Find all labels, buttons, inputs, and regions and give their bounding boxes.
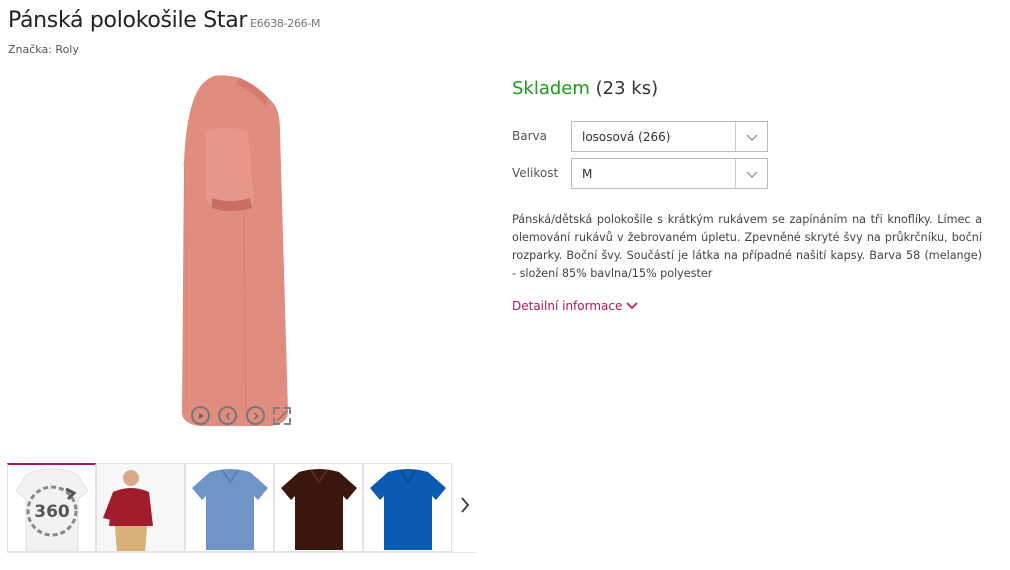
- size-select[interactable]: M: [571, 158, 768, 189]
- color-label: Barva: [512, 129, 547, 143]
- color-select[interactable]: lososová (266): [571, 121, 768, 152]
- main-product-image[interactable]: [170, 72, 320, 432]
- chevron-down-icon: [626, 302, 638, 310]
- thumbnail-divider: [7, 552, 476, 553]
- thumbnail-royal[interactable]: [363, 463, 452, 552]
- thumbnail-next-icon[interactable]: [458, 494, 472, 516]
- thumbnail-360-label: 360: [34, 502, 70, 522]
- thumbnail-model[interactable]: [96, 463, 185, 552]
- size-select-value: M: [582, 167, 593, 181]
- chevron-down-icon: [746, 134, 758, 141]
- product-title: Pánská polokošile Star E6638-266-M: [8, 8, 321, 33]
- stock-count: (23 ks): [595, 78, 659, 99]
- product-code: E6638-266-M: [250, 17, 321, 30]
- detail-info-label: Detailní informace: [512, 299, 623, 313]
- detail-info-link[interactable]: Detailní informace: [512, 299, 638, 313]
- product-name: Pánská polokošile Star: [8, 8, 248, 33]
- size-label: Velikost: [512, 166, 559, 180]
- thumbnail-strip: 360: [7, 463, 453, 552]
- thumbnail-360[interactable]: 360: [7, 463, 96, 552]
- fullscreen-icon[interactable]: [272, 406, 292, 426]
- stock-status: Skladem (23 ks): [512, 78, 658, 99]
- next-icon[interactable]: [246, 406, 265, 425]
- thumbnail-brown[interactable]: [274, 463, 363, 552]
- product-description: Pánská/dětská polokošile s krátkým rukáv…: [512, 213, 982, 280]
- chevron-down-icon: [746, 171, 758, 178]
- play-icon[interactable]: [191, 406, 210, 425]
- color-select-value: lososová (266): [582, 130, 671, 144]
- prev-icon[interactable]: [218, 406, 237, 425]
- thumbnail-blue[interactable]: [185, 463, 274, 552]
- stock-status-text: Skladem: [512, 78, 590, 99]
- product-brand: Značka: Roly: [8, 43, 79, 56]
